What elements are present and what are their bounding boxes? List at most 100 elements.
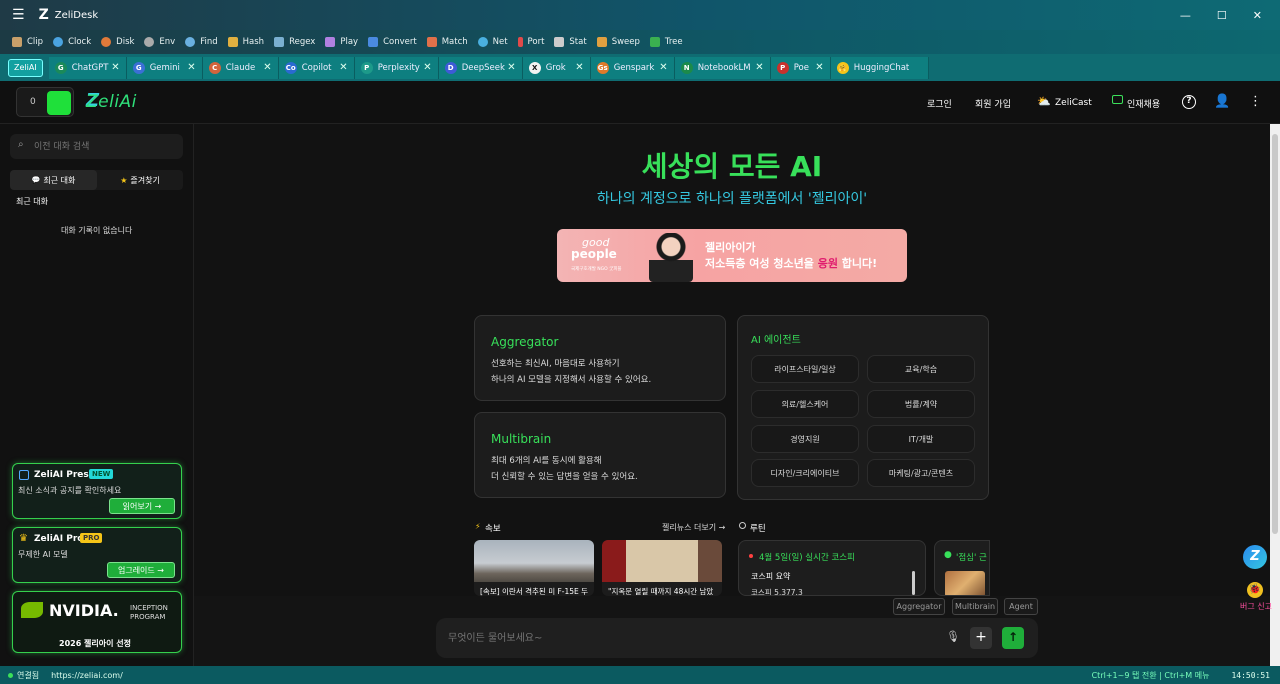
close-tab-icon[interactable]: ✕ [339, 62, 347, 73]
chat-input[interactable] [448, 630, 928, 646]
mode-aggregator-button[interactable]: Aggregator [893, 598, 945, 615]
mode-multibrain-button[interactable]: Multibrain [952, 598, 998, 615]
toolbar-play[interactable]: Play [321, 32, 364, 52]
attach-plus-button[interactable]: + [970, 627, 992, 649]
history-search-box[interactable]: ⌕ [10, 134, 183, 159]
pro-promo-card[interactable]: ♛ ZeliAI Pro PRO 무제한 AI 모델 업그레이드 → [12, 527, 182, 583]
close-tab-icon[interactable]: ✕ [187, 62, 195, 73]
tab-claude[interactable]: C Claude ✕ [202, 56, 279, 79]
agent-lifestyle[interactable]: 라이프스타일/일상 [751, 355, 859, 383]
counter-widget[interactable]: 0 [16, 87, 74, 117]
mode-agent-button[interactable]: Agent [1004, 598, 1038, 615]
toolbar-net[interactable]: Net [474, 32, 514, 52]
agent-marketing[interactable]: 마케팅/광고/콘텐츠 [867, 459, 975, 487]
agent-it-dev[interactable]: IT/개발 [867, 425, 975, 453]
banner-highlight: 응원 [817, 257, 838, 270]
scrollbar-thumb[interactable] [1272, 134, 1278, 534]
microphone-icon[interactable]: 🎙 [946, 630, 960, 643]
nvidia-logo-icon [21, 602, 43, 618]
bug-report-icon[interactable]: 🐞 [1247, 582, 1263, 598]
tab-poe[interactable]: P Poe ✕ [770, 56, 831, 79]
agent-business[interactable]: 경영지원 [751, 425, 859, 453]
user-profile-icon[interactable]: 👤 [1214, 94, 1230, 109]
star-icon: ★ [120, 175, 128, 185]
tab-huggingchat[interactable]: 🤗 HuggingChat [830, 56, 929, 79]
routine-card-kospi[interactable]: 4월 5일(일) 실시간 코스피 코스피 요약 코스피 5,377.3 [738, 540, 926, 596]
toolbar-find[interactable]: Find [181, 32, 223, 52]
upgrade-button[interactable]: 업그레이드 → [107, 562, 175, 578]
close-tab-icon[interactable]: ✕ [507, 62, 515, 73]
send-button[interactable]: ↑ [1002, 627, 1024, 649]
toolbar-env[interactable]: Env [140, 32, 181, 52]
goodpeople-banner[interactable]: good people 국제구호개발 NGO 굿피플 젤리아이가 저소득층 여성… [557, 229, 907, 282]
history-search-input[interactable] [34, 138, 174, 155]
toolbar-port[interactable]: Port [514, 32, 551, 52]
read-more-button[interactable]: 읽어보기 → [109, 498, 175, 514]
news-thumb-press [602, 540, 722, 582]
agent-healthcare[interactable]: 의료/헬스케어 [751, 390, 859, 418]
close-tab-icon[interactable]: ✕ [111, 62, 119, 73]
tab-favorites[interactable]: ★ 즐겨찾기 [97, 170, 183, 190]
toolbar-hash[interactable]: Hash [224, 32, 270, 52]
press-promo-card[interactable]: ZeliAI Press NEW 최신 소식과 공지를 확인하세요 읽어보기 → [12, 463, 182, 519]
news-more-link[interactable]: 젤리뉴스 더보기 → [662, 522, 725, 533]
close-tab-icon[interactable]: ✕ [659, 62, 667, 73]
tab-recent-chats[interactable]: 💬 최근 대화 [10, 170, 97, 190]
agent-education[interactable]: 교육/학습 [867, 355, 975, 383]
routine-icon [739, 522, 746, 529]
tab-notebooklm[interactable]: N NotebookLM ✕ [674, 56, 771, 79]
news-item-2[interactable]: "지옥문 열릴 때까지 48시간 남았 [602, 540, 722, 596]
nvidia-inception-card[interactable]: NVIDIA. INCEPTION PROGRAM 2026 젤리아이 선정 [12, 591, 182, 653]
aggregator-card[interactable]: Aggregator 선호하는 최신AI, 마음대로 사용하기 하나의 AI 모… [474, 315, 726, 401]
toolbar-sweep[interactable]: Sweep [593, 32, 646, 52]
close-tab-icon[interactable]: ✕ [423, 62, 431, 73]
nvidia-caption: 2026 젤리아이 선정 [59, 639, 131, 648]
news-item-1[interactable]: [속보] 이란서 격추된 미 F-15E 두 [474, 540, 594, 596]
chat-input-box[interactable]: 🎙 + ↑ [436, 618, 1038, 658]
multibrain-card[interactable]: Multibrain 최대 6개의 AI를 동시에 활용해 더 신뢰할 수 있는… [474, 412, 726, 498]
toolbar-clock[interactable]: Clock [49, 32, 97, 52]
tab-perplexity[interactable]: P Perplexity ✕ [354, 56, 439, 79]
toolbar-disk[interactable]: Disk [97, 32, 140, 52]
aggregator-line2: 하나의 AI 모델을 지정해서 사용할 수 있어요. [491, 375, 652, 385]
tab-copilot[interactable]: Co Copilot ✕ [278, 56, 355, 79]
chat-bubble-icon: 💬 [31, 176, 41, 184]
zeliai-floating-icon[interactable]: Z [1243, 545, 1267, 569]
tab-gemini[interactable]: G Gemini ✕ [126, 56, 203, 79]
bug-report-label[interactable]: 버그 신고 [1240, 601, 1272, 612]
agent-design[interactable]: 디자인/크리에이티브 [751, 459, 859, 487]
signup-link[interactable]: 회원 가입 [975, 97, 1011, 110]
close-tab-icon[interactable]: ✕ [755, 62, 763, 73]
zelicast-link[interactable]: ZeliCast [1055, 98, 1092, 108]
help-icon[interactable]: ? [1182, 95, 1196, 109]
hamburger-menu-icon[interactable]: ☰ [12, 7, 25, 23]
routine-card-lunch[interactable]: ● '점심' 근 [934, 540, 990, 596]
shortcut-hint: Ctrl+1~9 탭 전환 | Ctrl+M 메뉴 [1091, 670, 1210, 680]
login-link[interactable]: 로그인 [927, 97, 952, 110]
news-item-1-title: [속보] 이란서 격추된 미 F-15E 두 [480, 587, 589, 596]
toolbar-regex[interactable]: Regex [270, 32, 321, 52]
page-scrollbar[interactable] [1270, 124, 1280, 666]
card-scrollbar[interactable] [912, 571, 915, 595]
toolbar-tree[interactable]: Tree [646, 32, 689, 52]
agent-legal[interactable]: 법률/계약 [867, 390, 975, 418]
window-titlebar: ☰ Z ZeliDesk — ☐ ✕ [0, 0, 1280, 30]
tab-deepseek[interactable]: D DeepSeek ✕ [438, 56, 523, 79]
toolbar-convert[interactable]: Convert [364, 32, 423, 52]
close-window-button[interactable]: ✕ [1253, 9, 1262, 22]
maximize-button[interactable]: ☐ [1217, 9, 1227, 22]
toolbar-stat[interactable]: Stat [550, 32, 592, 52]
tab-zeliai[interactable]: ZeliAI [8, 58, 43, 77]
aggregator-title: Aggregator [491, 335, 559, 349]
toolbar-clip[interactable]: Clip [8, 32, 49, 52]
more-menu-icon[interactable]: ⋮ [1249, 94, 1262, 109]
toolbar-match[interactable]: Match [423, 32, 474, 52]
close-tab-icon[interactable]: ✕ [815, 62, 823, 73]
close-tab-icon[interactable]: ✕ [263, 62, 271, 73]
minimize-button[interactable]: — [1180, 9, 1191, 22]
tab-grok[interactable]: X Grok ✕ [522, 56, 591, 79]
tab-genspark[interactable]: Gs Genspark ✕ [590, 56, 675, 79]
jobs-link[interactable]: 인재채용 [1127, 97, 1160, 110]
close-tab-icon[interactable]: ✕ [575, 62, 583, 73]
tab-chatgpt[interactable]: G ChatGPT ✕ [48, 56, 127, 79]
